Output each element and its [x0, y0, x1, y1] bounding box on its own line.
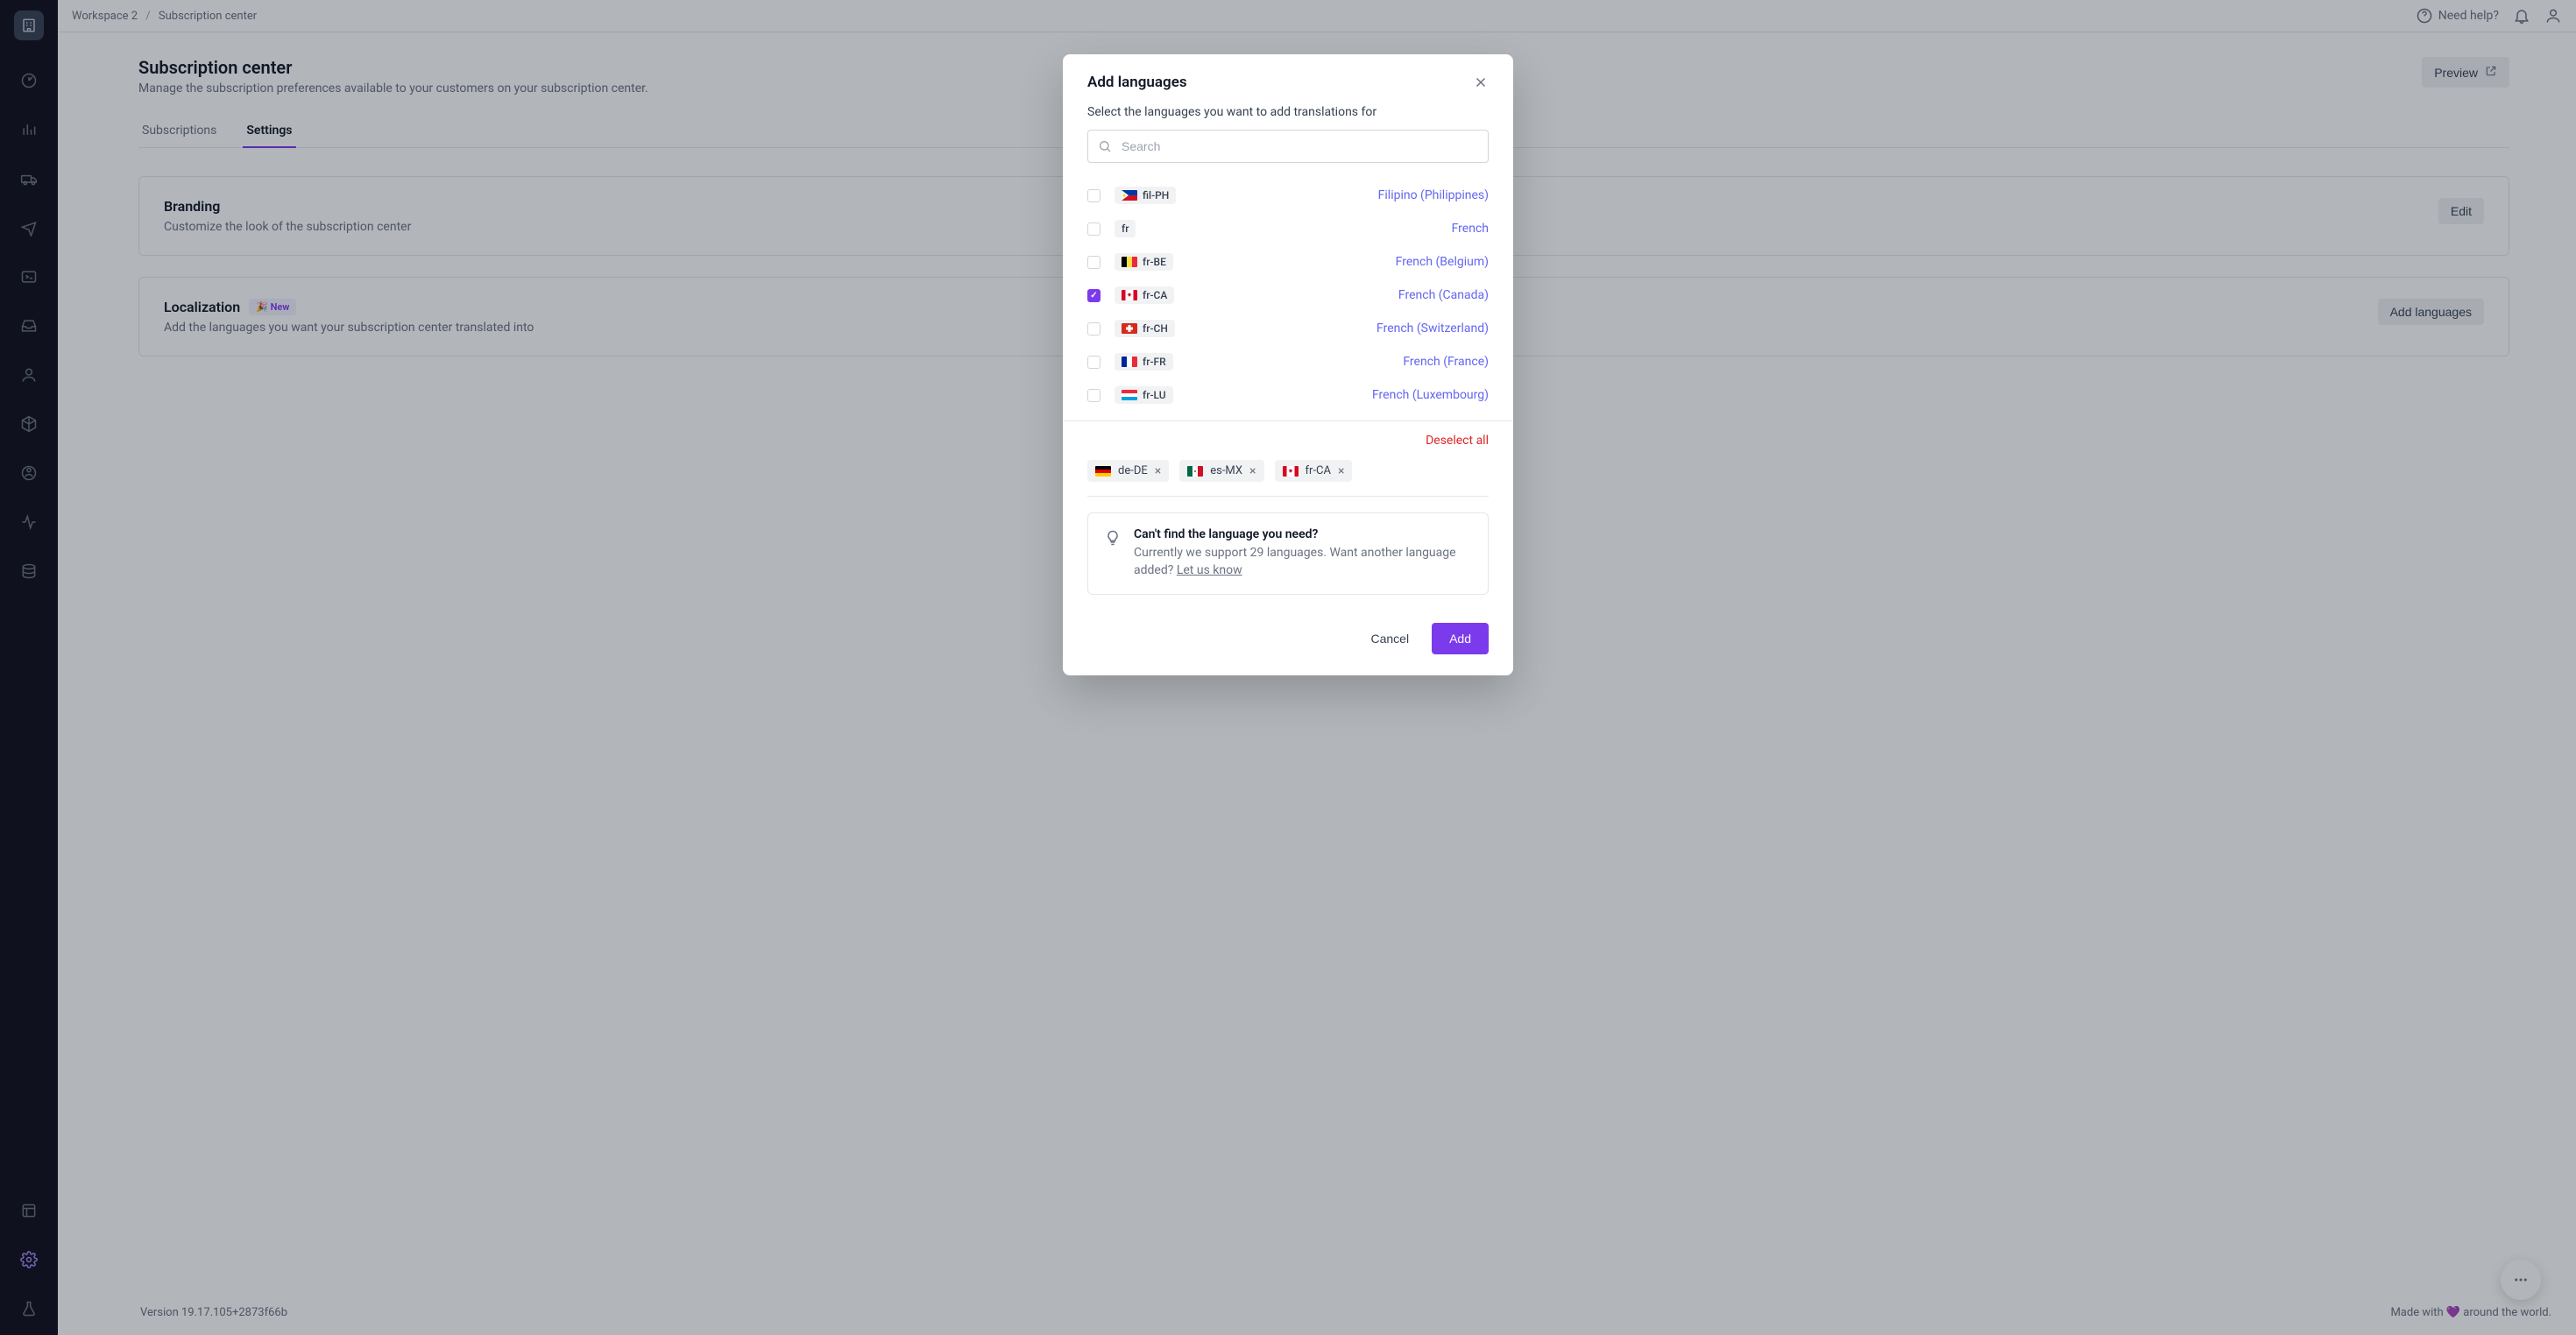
language-row[interactable]: fr-CH French (Switzerland) [1087, 312, 1489, 345]
flag-icon [1122, 390, 1137, 400]
remove-chip-icon[interactable]: × [1338, 465, 1344, 477]
language-checkbox[interactable] [1087, 289, 1100, 302]
language-code: fr-CH [1143, 322, 1168, 335]
language-row[interactable]: fr-BE French (Belgium) [1087, 245, 1489, 279]
close-icon[interactable] [1473, 74, 1489, 90]
search-icon [1098, 139, 1112, 153]
language-code: fr-LU [1143, 389, 1166, 401]
language-list: fil-PH Filipino (Philippines) fr French … [1063, 166, 1513, 421]
flag-icon [1122, 357, 1137, 367]
lightbulb-icon [1104, 529, 1122, 547]
info-box: Can't find the language you need? Curren… [1087, 512, 1489, 595]
language-name: French (Canada) [1398, 288, 1489, 302]
flag-icon [1122, 290, 1137, 300]
selected-code: es-MX [1210, 464, 1242, 477]
language-code-chip: fr-CA [1115, 286, 1174, 304]
language-name: French (Belgium) [1396, 255, 1489, 269]
language-name: French [1452, 222, 1489, 236]
add-button[interactable]: Add [1432, 623, 1489, 654]
add-languages-modal: Add languages Select the languages you w… [1063, 54, 1513, 675]
selected-language-chip: fr-CA × [1275, 460, 1353, 482]
language-code-chip: fr-BE [1115, 253, 1173, 271]
language-name: Filipino (Philippines) [1378, 188, 1489, 202]
language-code-chip: fr-FR [1115, 353, 1173, 371]
language-checkbox[interactable] [1087, 356, 1100, 369]
language-name: French (Switzerland) [1376, 321, 1489, 336]
language-checkbox[interactable] [1087, 389, 1100, 402]
search-input[interactable] [1087, 130, 1489, 163]
language-code: fr-CA [1143, 289, 1167, 301]
selected-code: fr-CA [1306, 464, 1331, 477]
remove-chip-icon[interactable]: × [1249, 465, 1256, 477]
language-row[interactable]: fr-FR French (France) [1087, 345, 1489, 378]
modal-description: Select the languages you want to add tra… [1063, 103, 1513, 130]
search-box [1087, 130, 1489, 163]
selected-code: de-DE [1118, 464, 1148, 477]
language-code-chip: fr-LU [1115, 386, 1173, 404]
language-code: fr-BE [1143, 256, 1166, 268]
deselect-all-link[interactable]: Deselect all [1426, 434, 1489, 448]
language-code-chip: fil-PH [1115, 187, 1176, 204]
language-code: fr-FR [1143, 356, 1166, 368]
flag-icon [1187, 466, 1203, 477]
language-row[interactable]: fr-CA French (Canada) [1087, 279, 1489, 312]
language-row[interactable]: fr-LU French (Luxembourg) [1087, 378, 1489, 412]
language-checkbox[interactable] [1087, 222, 1100, 236]
selected-languages: de-DE × es-MX × fr-CA × [1063, 460, 1513, 496]
language-code: fil-PH [1143, 189, 1169, 201]
info-text: Currently we support 29 languages. Want … [1134, 544, 1472, 580]
language-checkbox[interactable] [1087, 256, 1100, 269]
remove-chip-icon[interactable]: × [1155, 465, 1161, 477]
language-name: French (France) [1403, 355, 1489, 369]
flag-icon [1095, 466, 1111, 477]
language-code-chip: fr [1115, 220, 1136, 237]
let-us-know-link[interactable]: Let us know [1177, 563, 1242, 577]
language-checkbox[interactable] [1087, 322, 1100, 336]
selected-language-chip: de-DE × [1087, 460, 1169, 482]
flag-icon [1122, 257, 1137, 267]
flag-icon [1283, 466, 1299, 477]
language-name: French (Luxembourg) [1372, 388, 1489, 402]
language-row[interactable]: fil-PH Filipino (Philippines) [1087, 179, 1489, 212]
flag-icon [1122, 323, 1137, 334]
modal-overlay[interactable]: Add languages Select the languages you w… [0, 0, 2576, 1335]
language-code: fr [1122, 222, 1129, 235]
cancel-button[interactable]: Cancel [1360, 624, 1419, 653]
modal-title: Add languages [1087, 74, 1187, 91]
language-row[interactable]: fr French [1087, 212, 1489, 245]
language-code-chip: fr-CH [1115, 320, 1175, 337]
selected-language-chip: es-MX × [1179, 460, 1263, 482]
flag-icon [1122, 190, 1137, 201]
language-checkbox[interactable] [1087, 189, 1100, 202]
info-title: Can't find the language you need? [1134, 527, 1472, 541]
